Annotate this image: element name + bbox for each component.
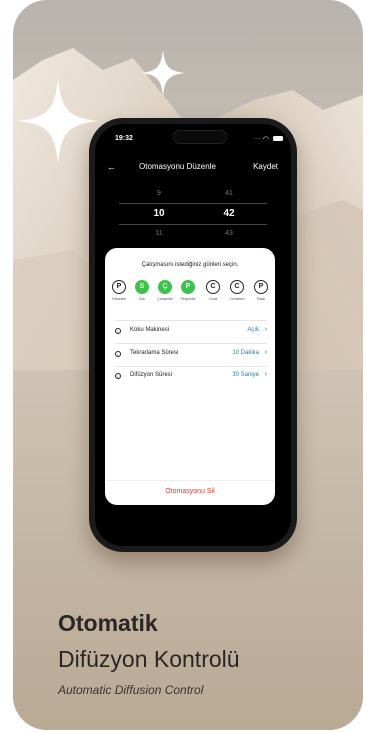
- minute-prev: 41: [225, 190, 233, 197]
- hour-selected[interactable]: 10: [151, 208, 167, 219]
- day-label: Pazartesi: [112, 297, 126, 301]
- battery-icon: [273, 136, 283, 141]
- day-monday[interactable]: P Pazartesi: [109, 280, 129, 301]
- day-saturday[interactable]: C Cumartesi: [227, 280, 247, 301]
- back-arrow-icon[interactable]: ←: [107, 162, 116, 172]
- day-circle: P: [112, 280, 126, 294]
- picker-divider: [119, 224, 267, 225]
- day-circle: Ç: [158, 280, 172, 294]
- day-label: Pazar: [256, 297, 266, 301]
- minute-selected[interactable]: 42: [221, 208, 237, 219]
- small-sparkle-icon: [141, 50, 185, 96]
- status-bar: 19:32 .... ◠: [95, 135, 291, 147]
- setting-row-repeat[interactable]: i Tekrarlama Süresi 10 Dakika ›: [115, 349, 267, 365]
- setting-value: 10 Dakika: [232, 350, 259, 356]
- info-icon: i: [115, 328, 121, 334]
- divider: [115, 343, 267, 344]
- setting-row-duration[interactable]: i Difüzyon Süresi 30 Saniye ›: [115, 371, 267, 387]
- divider: [115, 366, 267, 367]
- day-circle: C: [230, 280, 244, 294]
- hour-next: 11: [155, 230, 163, 237]
- day-label: Çarşamba: [157, 297, 173, 301]
- hour-prev: 9: [157, 190, 161, 197]
- day-tuesday[interactable]: S Salı: [132, 280, 152, 301]
- days-prompt: Çalışmasını istediğiniz günleri seçin.: [141, 262, 239, 268]
- info-icon: i: [115, 373, 121, 379]
- save-button[interactable]: Kaydet: [253, 162, 278, 171]
- large-sparkle-icon: [17, 78, 99, 164]
- day-label: Cumartesi: [229, 297, 245, 301]
- day-circle: C: [206, 280, 220, 294]
- chevron-right-icon: ›: [264, 326, 267, 333]
- setting-row-diffuser[interactable]: i Koku Makinesi Açık ›: [115, 326, 267, 342]
- day-label: Cuma: [208, 297, 218, 301]
- setting-label: Difüzyon Süresi: [130, 372, 173, 378]
- day-wednesday[interactable]: Ç Çarşamba: [155, 280, 175, 301]
- minute-next: 43: [225, 230, 233, 237]
- picker-divider: [119, 203, 267, 204]
- wifi-icon: ◠: [262, 136, 269, 143]
- status-time: 19:32: [115, 135, 133, 142]
- chevron-right-icon: ›: [264, 349, 267, 356]
- time-picker[interactable]: 9 41 10 42 11 43: [95, 190, 291, 248]
- day-circle: P: [181, 280, 195, 294]
- day-circle: S: [135, 280, 149, 294]
- day-label: Salı: [139, 297, 145, 301]
- divider: [115, 320, 267, 321]
- setting-value: Açık: [247, 327, 259, 333]
- divider: [105, 480, 275, 481]
- day-circle: P: [254, 280, 268, 294]
- signal-icon: ....: [254, 135, 261, 141]
- setting-label: Koku Makinesi: [130, 327, 170, 333]
- chevron-right-icon: ›: [264, 371, 267, 378]
- nav-bar: ← Otomasyonu Düzenle Kaydet: [95, 162, 291, 176]
- day-sunday[interactable]: P Pazar: [251, 280, 271, 301]
- automation-sheet: Çalışmasını istediğiniz günleri seçin. P…: [105, 248, 275, 505]
- delete-automation-button[interactable]: Otomasyonu Sil: [105, 488, 275, 495]
- setting-label: Tekrarlama Süresi: [130, 350, 179, 356]
- info-icon: i: [115, 351, 121, 357]
- promo-card: 19:32 .... ◠ ← Otomasyonu Düzenle Kaydet…: [13, 0, 363, 730]
- subtitle-english: Automatic Diffusion Control: [58, 683, 204, 697]
- day-selector: P Pazartesi S Salı Ç Çarşamba P Perşembe…: [105, 280, 275, 310]
- headline-bold: Otomatik: [58, 610, 158, 636]
- setting-value: 30 Saniye: [232, 372, 259, 378]
- page-title: Otomasyonu Düzenle: [139, 162, 216, 171]
- day-friday[interactable]: C Cuma: [203, 280, 223, 301]
- headline-regular: Difüzyon Kontrolü: [58, 646, 240, 672]
- day-label: Perşembe: [180, 297, 196, 301]
- day-thursday[interactable]: P Perşembe: [178, 280, 198, 301]
